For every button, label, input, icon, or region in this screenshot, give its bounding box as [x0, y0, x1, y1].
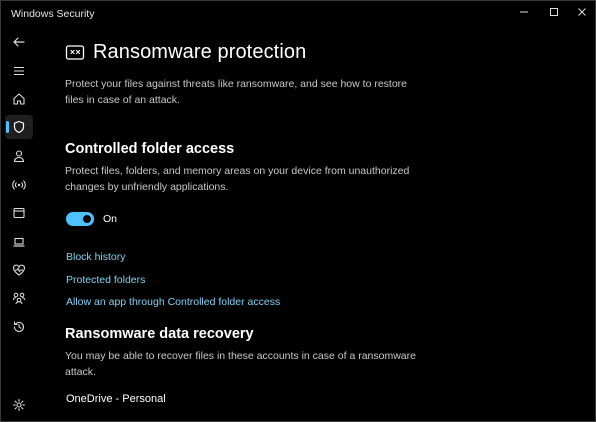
sidebar-item-family-options[interactable] — [5, 286, 33, 310]
block-history-link[interactable]: Block history — [66, 251, 126, 263]
sidebar-item-protection-history[interactable] — [5, 315, 33, 339]
controlled-folder-access-description: Protect files, folders, and memory areas… — [65, 165, 410, 193]
back-arrow-icon — [13, 37, 25, 47]
toggle-state-label: On — [103, 213, 118, 225]
title-bar: Windows Security — [1, 1, 595, 27]
family-icon — [13, 292, 25, 305]
app-title: Windows Security — [11, 8, 95, 20]
close-button[interactable] — [567, 1, 595, 23]
sidebar-item-settings[interactable] — [5, 393, 33, 417]
person-icon — [13, 150, 25, 163]
shield-icon — [13, 120, 25, 134]
gear-icon — [12, 398, 26, 412]
sidebar-item-virus-protection[interactable] — [5, 115, 33, 139]
controlled-folder-access-toggle[interactable] — [66, 212, 94, 226]
hamburger-menu-icon — [14, 66, 24, 76]
controlled-folder-access-heading: Controlled folder access — [65, 141, 235, 157]
maximize-icon — [550, 8, 558, 16]
onedrive-account[interactable]: OneDrive - Personal — [66, 393, 166, 405]
protected-folders-link[interactable]: Protected folders — [66, 274, 145, 286]
app-window: Windows Security Ransomware protection P… — [0, 0, 596, 422]
heart-pulse-icon — [12, 264, 26, 276]
data-recovery-description: You may be able to recover files in thes… — [65, 350, 416, 378]
sidebar-item-account-protection[interactable] — [5, 144, 33, 168]
sidebar-item-home[interactable] — [5, 87, 33, 111]
menu-button[interactable] — [5, 59, 33, 83]
maximize-button[interactable] — [539, 1, 569, 23]
laptop-icon — [13, 237, 25, 247]
controlled-folder-access-toggle-row: On — [66, 212, 117, 226]
sidebar-item-app-browser-control[interactable] — [5, 201, 33, 225]
minimize-icon — [520, 11, 528, 13]
home-icon — [13, 93, 25, 105]
minimize-button[interactable] — [509, 1, 539, 23]
sidebar — [1, 27, 37, 421]
back-button[interactable] — [5, 30, 33, 54]
ransomware-icon — [65, 44, 85, 60]
sidebar-item-device-security[interactable] — [5, 230, 33, 254]
allow-app-link[interactable]: Allow an app through Controlled folder a… — [66, 296, 280, 308]
toggle-knob — [83, 215, 91, 223]
sidebar-item-device-performance[interactable] — [5, 258, 33, 282]
close-icon — [578, 8, 586, 16]
history-icon — [13, 321, 25, 333]
sidebar-item-firewall[interactable] — [5, 173, 33, 197]
app-browser-icon — [13, 207, 25, 219]
wireless-icon — [12, 180, 26, 190]
page-title: Ransomware protection — [93, 41, 307, 63]
page-description: Protect your files against threats like … — [65, 78, 407, 106]
data-recovery-heading: Ransomware data recovery — [65, 326, 254, 342]
page-header: Ransomware protection — [65, 41, 306, 64]
